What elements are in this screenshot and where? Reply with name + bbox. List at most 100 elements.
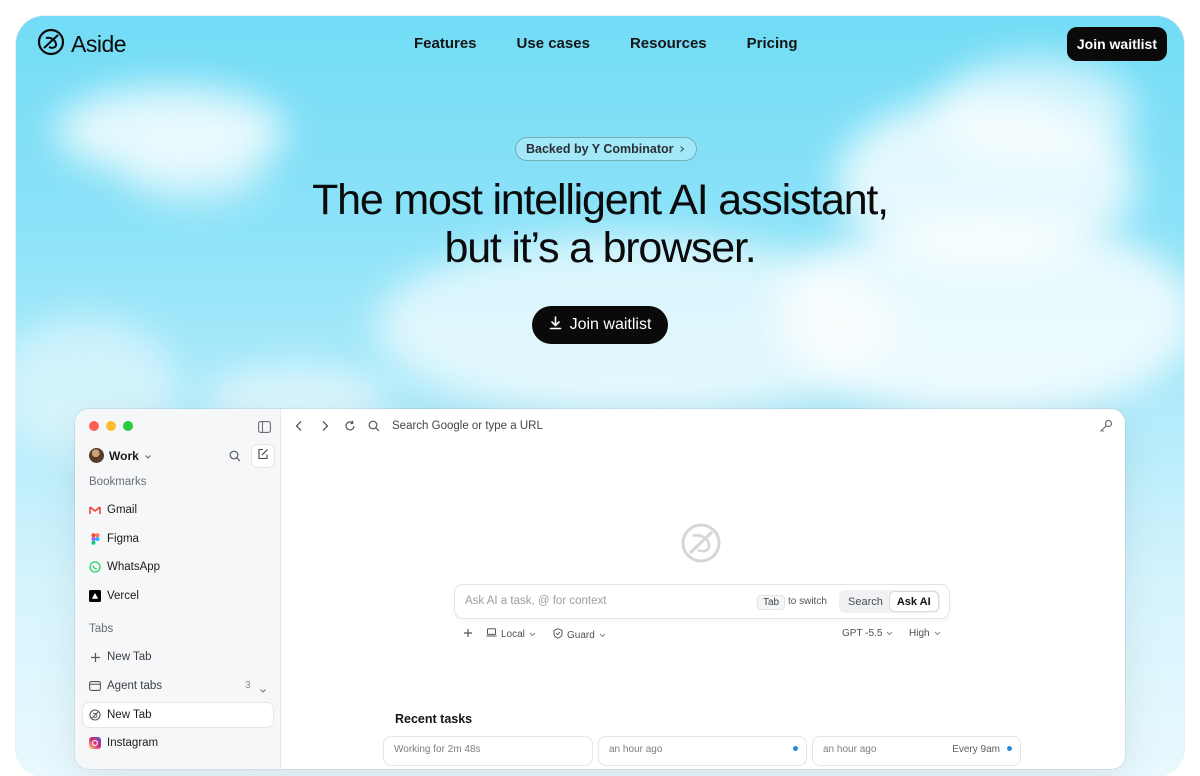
plus-icon [463, 628, 473, 641]
mode-ask-ai-button[interactable]: Ask AI [889, 592, 938, 611]
url-bar: Search Google or type a URL [282, 409, 1125, 443]
download-icon [549, 315, 562, 335]
laptop-icon [486, 628, 497, 640]
ask-placeholder: Ask AI a task, @ for context [465, 595, 607, 607]
nav-link-features[interactable]: Features [414, 35, 477, 52]
browser-preview: Work Bookmarks Gmail Figma WhatsApp Verc… [75, 409, 1125, 769]
bookmark-whatsapp[interactable]: WhatsApp [89, 561, 160, 573]
tab-label: New Tab [107, 709, 152, 721]
hero-cta-label: Join waitlist [569, 316, 652, 333]
task-card[interactable]: an hour ago [598, 736, 807, 766]
guard-dropdown[interactable]: Guard [553, 628, 606, 642]
bookmark-label: Figma [107, 533, 139, 545]
gmail-icon [89, 504, 101, 516]
agent-tabs-group[interactable]: Agent tabs [89, 680, 162, 692]
local-label: Local [501, 628, 525, 640]
bookmark-vercel[interactable]: Vercel [89, 590, 139, 602]
minimize-dot[interactable] [106, 421, 116, 431]
ask-ai-input[interactable]: Ask AI a task, @ for context Tab to swit… [454, 584, 950, 619]
chevron-down-icon[interactable] [259, 681, 267, 699]
agent-tabs-label: Agent tabs [107, 680, 162, 692]
bookmark-label: Vercel [107, 590, 139, 602]
cloud [936, 56, 1136, 166]
badge-text: Backed by Y Combinator [526, 142, 674, 156]
join-waitlist-hero-button[interactable]: Join waitlist [532, 306, 668, 344]
chevron-down-icon [934, 628, 941, 639]
nav-link-pricing[interactable]: Pricing [747, 35, 798, 52]
hero-title-line1: The most intelligent AI assistant, [312, 176, 889, 224]
profile-switcher[interactable]: Work [89, 448, 152, 463]
avatar [89, 448, 104, 463]
tab-new-tab[interactable]: New Tab [89, 709, 152, 721]
close-dot[interactable] [89, 421, 99, 431]
browser-sidebar: Work Bookmarks Gmail Figma WhatsApp Verc… [75, 409, 281, 769]
join-waitlist-nav-button[interactable]: Join waitlist [1066, 27, 1167, 61]
mode-search-button[interactable]: Search [841, 592, 890, 611]
search-icon[interactable] [229, 449, 241, 467]
local-dropdown[interactable]: Local [486, 628, 536, 640]
chevron-down-icon [529, 629, 536, 640]
status-dot [1007, 746, 1012, 751]
new-tab-label: New Tab [107, 651, 152, 663]
instagram-icon [89, 737, 101, 749]
sidebar-toggle-icon[interactable] [258, 420, 271, 438]
chevron-down-icon [886, 628, 893, 639]
yc-badge[interactable]: Backed by Y Combinator [515, 137, 697, 161]
compose-button[interactable] [251, 444, 275, 468]
chevron-down-icon [599, 630, 606, 641]
nav-link-resources[interactable]: Resources [630, 35, 707, 52]
task-card[interactable]: Working for 2m 48s [383, 736, 593, 766]
browser-main: Search Google or type a URL Ask AI a tas… [282, 409, 1125, 769]
aside-tab-icon [89, 709, 101, 721]
hero-title: The most intelligent AI assistant, but i… [16, 176, 1184, 272]
bookmark-gmail[interactable]: Gmail [89, 504, 137, 516]
reload-icon[interactable] [344, 419, 356, 437]
forward-icon[interactable] [320, 419, 330, 437]
hero-title-line2: but it’s a browser. [444, 224, 756, 272]
effort-dropdown[interactable]: High [909, 628, 941, 639]
compose-icon [257, 447, 269, 465]
brand-name: Aside [71, 31, 127, 57]
bookmark-label: WhatsApp [107, 561, 161, 573]
figma-icon [89, 533, 101, 545]
task-card[interactable]: an hour ago Every 9am [812, 736, 1021, 766]
aside-logo-icon [37, 28, 65, 61]
profile-name: Work [109, 448, 139, 463]
vercel-icon [89, 590, 101, 602]
bookmark-label: Gmail [107, 504, 138, 516]
tab-instagram[interactable]: Instagram [89, 737, 158, 749]
mode-toggle: Search Ask AI [839, 590, 940, 613]
landing-frame: Aside Features Use cases Resources Prici… [16, 16, 1184, 776]
bookmark-figma[interactable]: Figma [89, 533, 139, 545]
brand-logo[interactable]: Aside [37, 28, 127, 61]
nav-link-use-cases[interactable]: Use cases [517, 35, 590, 52]
agent-tabs-count: 3 [245, 680, 251, 691]
shield-icon [553, 628, 563, 642]
aside-logo-icon [680, 522, 722, 569]
key-icon[interactable] [1099, 419, 1113, 438]
model-dropdown[interactable]: GPT -5.5 [842, 628, 893, 639]
new-tab-action[interactable]: New Tab [89, 651, 152, 663]
status-dot [793, 746, 798, 751]
zoom-dot[interactable] [123, 421, 133, 431]
switch-hint: to switch [788, 596, 827, 607]
guard-label: Guard [567, 629, 595, 641]
folder-icon [89, 680, 101, 692]
top-nav: Aside Features Use cases Resources Prici… [16, 16, 1184, 72]
bookmarks-label: Bookmarks [89, 476, 147, 488]
model-label: GPT -5.5 [842, 628, 883, 639]
window-controls [89, 421, 133, 431]
recent-tasks-title: Recent tasks [395, 712, 473, 726]
chevron-down-icon [144, 449, 152, 463]
address-input[interactable]: Search Google or type a URL [392, 420, 543, 432]
tab-label: Instagram [107, 737, 159, 749]
effort-label: High [909, 628, 930, 639]
add-context-button[interactable] [463, 628, 473, 641]
whatsapp-icon [89, 561, 101, 573]
chevron-right-icon [678, 142, 686, 156]
tab-key-hint: Tab [757, 595, 786, 610]
nav-links: Features Use cases Resources Pricing [414, 35, 798, 52]
plus-icon [89, 651, 101, 663]
back-icon[interactable] [294, 419, 304, 437]
tabs-label: Tabs [89, 623, 114, 635]
